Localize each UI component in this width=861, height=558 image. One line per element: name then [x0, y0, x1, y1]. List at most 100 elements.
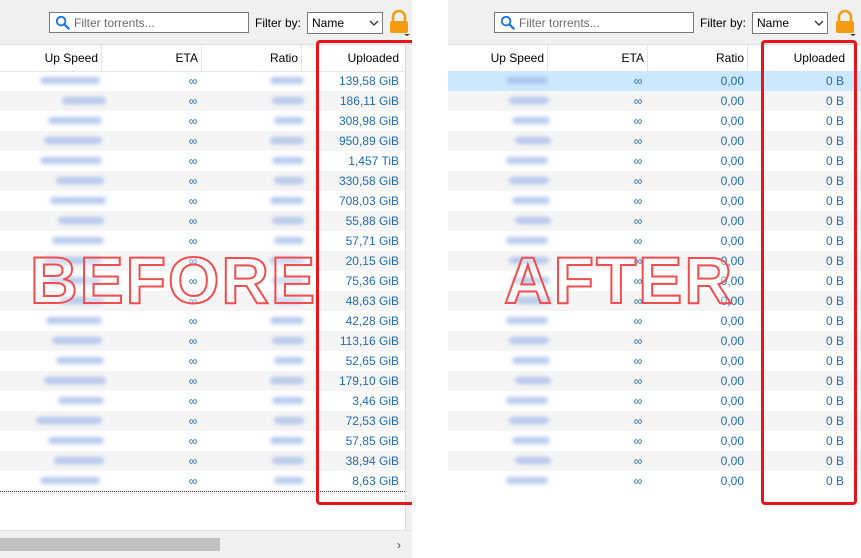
redacted-up-speed: [50, 197, 106, 204]
search-box[interactable]: [49, 12, 249, 33]
ratio-cell: 0,00: [720, 74, 744, 88]
redacted-ratio: [274, 177, 304, 184]
redacted-up-speed: [40, 77, 100, 84]
redacted-up-speed: [48, 437, 104, 444]
eta-cell: ∞: [633, 94, 643, 108]
column-up-speed[interactable]: Up Speed: [448, 45, 548, 71]
column-ratio[interactable]: Ratio: [202, 45, 302, 71]
ratio-cell: 0,00: [720, 334, 744, 348]
redacted-up-speed: [56, 357, 104, 364]
ratio-cell: 0,00: [720, 454, 744, 468]
eta-cell: ∞: [633, 74, 643, 88]
eta-cell: ∞: [188, 174, 198, 188]
filter-combo[interactable]: Name: [752, 12, 828, 34]
redacted-ratio: [274, 117, 304, 124]
redacted-up-speed: [56, 177, 104, 184]
ratio-cell: 0,00: [720, 414, 744, 428]
ratio-cell: 0,00: [720, 134, 744, 148]
search-input[interactable]: [519, 14, 679, 31]
eta-cell: ∞: [633, 454, 643, 468]
eta-cell: ∞: [633, 194, 643, 208]
eta-cell: ∞: [188, 194, 198, 208]
ratio-cell: 0,00: [720, 154, 744, 168]
ratio-cell: 0,00: [720, 194, 744, 208]
lock-icon[interactable]: [834, 10, 856, 36]
redacted-up-speed: [40, 477, 100, 484]
before-panel: Filter by: Name Up Speed ETA Ratio Uploa…: [0, 0, 412, 558]
eta-cell: ∞: [188, 394, 198, 408]
redacted-up-speed: [515, 217, 551, 224]
filter-combo-value: Name: [312, 16, 345, 30]
redacted-ratio: [270, 317, 304, 324]
eta-cell: ∞: [633, 374, 643, 388]
filter-label: Filter by:: [255, 16, 302, 30]
scroll-thumb[interactable]: [0, 538, 220, 551]
chevron-down-icon: [814, 20, 824, 26]
redacted-up-speed: [515, 137, 551, 144]
search-icon: [500, 15, 515, 30]
search-input[interactable]: [74, 14, 234, 31]
eta-cell: ∞: [188, 334, 198, 348]
before-watermark: BEFORE: [29, 242, 318, 318]
eta-cell: ∞: [633, 474, 643, 488]
column-eta[interactable]: ETA: [102, 45, 202, 71]
eta-cell: ∞: [188, 474, 198, 488]
ratio-cell: 0,00: [720, 94, 744, 108]
toolbar: Filter by: Name: [448, 0, 861, 45]
filter-combo-value: Name: [757, 16, 790, 30]
redacted-up-speed: [512, 117, 550, 124]
eta-cell: ∞: [633, 214, 643, 228]
column-up-speed[interactable]: Up Speed: [0, 45, 102, 71]
eta-cell: ∞: [633, 114, 643, 128]
redacted-ratio: [270, 197, 304, 204]
redacted-ratio: [274, 357, 304, 364]
ratio-cell: 0,00: [720, 374, 744, 388]
redacted-up-speed: [512, 437, 550, 444]
redacted-up-speed: [36, 417, 102, 424]
redacted-up-speed: [40, 157, 102, 164]
horizontal-scrollbar[interactable]: ›: [0, 530, 412, 558]
eta-cell: ∞: [633, 334, 643, 348]
eta-cell: ∞: [188, 74, 198, 88]
ratio-cell: 0,00: [720, 354, 744, 368]
scroll-right-arrow[interactable]: ›: [390, 535, 408, 555]
search-box[interactable]: [494, 12, 694, 33]
redacted-up-speed: [44, 137, 102, 144]
redacted-up-speed: [46, 317, 102, 324]
redacted-up-speed: [48, 117, 102, 124]
eta-cell: ∞: [188, 154, 198, 168]
after-watermark: AFTER: [503, 242, 734, 318]
redacted-up-speed: [52, 337, 102, 344]
redacted-ratio: [272, 157, 304, 164]
eta-cell: ∞: [188, 134, 198, 148]
redacted-ratio: [270, 377, 304, 384]
redacted-up-speed: [506, 317, 548, 324]
redacted-up-speed: [515, 457, 551, 464]
column-eta[interactable]: ETA: [548, 45, 648, 71]
redacted-up-speed: [506, 397, 548, 404]
redacted-up-speed: [512, 197, 550, 204]
filter-label: Filter by:: [700, 16, 747, 30]
redacted-up-speed: [44, 377, 106, 384]
redacted-ratio: [274, 417, 304, 424]
redacted-up-speed: [506, 77, 548, 84]
filter-combo[interactable]: Name: [307, 12, 383, 34]
redacted-ratio: [272, 457, 304, 464]
uploaded-highlight-box: [316, 40, 412, 505]
redacted-up-speed: [515, 377, 551, 384]
ratio-cell: 0,00: [720, 474, 744, 488]
ratio-cell: 0,00: [720, 394, 744, 408]
column-ratio[interactable]: Ratio: [648, 45, 748, 71]
redacted-up-speed: [506, 157, 548, 164]
eta-cell: ∞: [188, 114, 198, 128]
lock-icon[interactable]: [388, 10, 410, 36]
eta-cell: ∞: [633, 134, 643, 148]
ratio-cell: 0,00: [720, 114, 744, 128]
redacted-up-speed: [512, 357, 550, 364]
eta-cell: ∞: [188, 354, 198, 368]
redacted-ratio: [272, 217, 304, 224]
redacted-ratio: [272, 337, 304, 344]
eta-cell: ∞: [633, 174, 643, 188]
redacted-up-speed: [58, 397, 104, 404]
eta-cell: ∞: [188, 454, 198, 468]
